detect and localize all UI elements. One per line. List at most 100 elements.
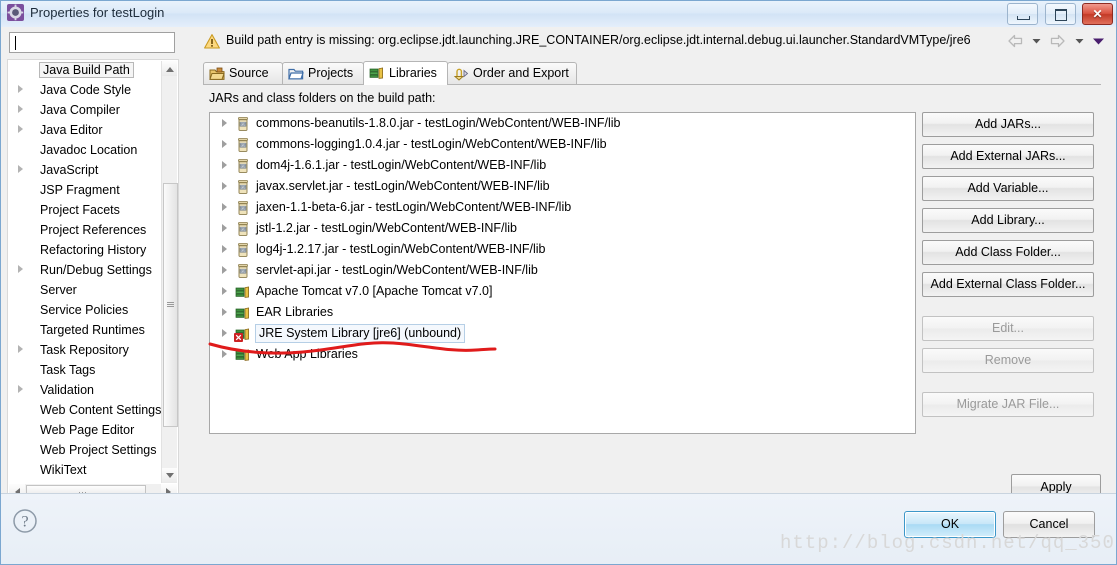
svg-text:010: 010: [240, 186, 246, 190]
sidebar-item-javascript[interactable]: JavaScript: [8, 160, 163, 180]
scroll-grip-icon: [167, 302, 174, 307]
expand-arrow-icon[interactable]: [222, 161, 227, 169]
sidebar-item-label: Task Tags: [40, 363, 96, 377]
build-path-entry[interactable]: 010 dom4j-1.6.1.jar - testLogin/WebConten…: [210, 155, 915, 176]
sidebar-item-java-code-style[interactable]: Java Code Style: [8, 80, 163, 100]
expand-arrow-icon[interactable]: [18, 265, 23, 273]
sidebar-item-label: JavaScript: [40, 163, 99, 177]
tab-order-and-export[interactable]: Order and Export: [447, 62, 577, 84]
add-external-jars-button[interactable]: Add External JARs...: [922, 144, 1094, 169]
order-export-icon: [453, 66, 469, 82]
tab-label: Projects: [308, 66, 354, 80]
expand-arrow-icon[interactable]: [18, 125, 23, 133]
jar-icon: 010: [235, 137, 251, 153]
show-all-dropdown-icon[interactable]: [1092, 33, 1105, 49]
expand-arrow-icon[interactable]: [222, 182, 227, 190]
tab-projects[interactable]: Projects: [282, 62, 364, 84]
expand-arrow-icon[interactable]: [222, 308, 227, 316]
jar-icon: 010: [235, 179, 251, 195]
sidebar-item-validation[interactable]: Validation: [8, 380, 163, 400]
expand-arrow-icon[interactable]: [222, 350, 227, 358]
jar-icon: 010: [235, 116, 251, 132]
sidebar-item-project-facets[interactable]: Project Facets: [8, 200, 163, 220]
build-path-entry[interactable]: 010 jaxen-1.1-beta-6.jar - testLogin/WebC…: [210, 197, 915, 218]
libraries-panel: JARs and class folders on the build path…: [203, 85, 1101, 465]
build-path-entry[interactable]: 010 commons-beanutils-1.8.0.jar - testLog…: [210, 113, 915, 134]
forward-dropdown-icon[interactable]: [1074, 33, 1085, 49]
add-jars-button[interactable]: Add JARs...: [922, 112, 1094, 137]
build-path-entry[interactable]: JRE System Library [jre6] (unbound): [210, 323, 915, 344]
vertical-scroll-thumb[interactable]: [163, 183, 178, 427]
tab-source[interactable]: Source: [203, 62, 283, 84]
expand-arrow-icon[interactable]: [222, 266, 227, 274]
minimize-button[interactable]: [1007, 3, 1039, 25]
build-path-entry[interactable]: EAR Libraries: [210, 302, 915, 323]
help-question-icon[interactable]: ?: [12, 508, 38, 534]
expand-arrow-icon[interactable]: [18, 385, 23, 393]
sidebar-item-server[interactable]: Server: [8, 280, 163, 300]
sidebar-item-java-compiler[interactable]: Java Compiler: [8, 100, 163, 120]
add-class-folder-button[interactable]: Add Class Folder...: [922, 240, 1094, 265]
sidebar-item-service-policies[interactable]: Service Policies: [8, 300, 163, 320]
back-arrow-icon[interactable]: [1007, 33, 1024, 49]
tab-libraries[interactable]: Libraries: [363, 61, 448, 85]
build-path-entry[interactable]: Apache Tomcat v7.0 [Apache Tomcat v7.0]: [210, 281, 915, 302]
build-path-entry[interactable]: 010 javax.servlet.jar - testLogin/WebCont…: [210, 176, 915, 197]
build-path-entry[interactable]: Web App Libraries: [210, 344, 915, 365]
scroll-up-arrow-icon[interactable]: [162, 61, 177, 76]
expand-arrow-icon[interactable]: [222, 245, 227, 253]
sidebar-item-run-debug-settings[interactable]: Run/Debug Settings: [8, 260, 163, 280]
add-library-button[interactable]: Add Library...: [922, 208, 1094, 233]
sidebar-item-task-tags[interactable]: Task Tags: [8, 360, 163, 380]
projects-folder-icon: [288, 66, 304, 82]
sidebar-item-web-project-settings[interactable]: Web Project Settings: [8, 440, 163, 460]
settings-tree-list[interactable]: Java Build Path Java Code Style Java Compi…: [8, 60, 163, 484]
sidebar-item-wikitext[interactable]: WikiText: [8, 460, 163, 480]
build-path-entry[interactable]: 010 jstl-1.2.jar - testLogin/WebContent/W…: [210, 218, 915, 239]
sidebar-vertical-scrollbar[interactable]: [161, 61, 178, 483]
sidebar-item-java-editor[interactable]: Java Editor: [8, 120, 163, 140]
expand-arrow-icon[interactable]: [222, 203, 227, 211]
expand-arrow-icon[interactable]: [18, 345, 23, 353]
svg-text:?: ?: [21, 514, 28, 531]
sidebar-item-java-build-path[interactable]: Java Build Path: [8, 60, 163, 80]
sidebar-item-javadoc-location[interactable]: Javadoc Location: [8, 140, 163, 160]
forward-arrow-icon[interactable]: [1049, 33, 1066, 49]
expand-arrow-icon[interactable]: [18, 85, 23, 93]
sidebar-item-refactoring-history[interactable]: Refactoring History: [8, 240, 163, 260]
build-path-entry[interactable]: 010 servlet-api.jar - testLogin/WebConten…: [210, 260, 915, 281]
sidebar-item-task-repository[interactable]: Task Repository: [8, 340, 163, 360]
build-path-entry[interactable]: 010 commons-logging1.0.4.jar - testLogin/…: [210, 134, 915, 155]
build-path-entry-label: javax.servlet.jar - testLogin/WebContent…: [256, 179, 550, 193]
close-button[interactable]: ✕: [1082, 3, 1113, 25]
button-group-gap: [922, 380, 1094, 392]
add-variable-button[interactable]: Add Variable...: [922, 176, 1094, 201]
sidebar-item-web-page-editor[interactable]: Web Page Editor: [8, 420, 163, 440]
expand-arrow-icon[interactable]: [222, 140, 227, 148]
back-dropdown-icon[interactable]: [1031, 33, 1042, 49]
svg-text:010: 010: [240, 228, 246, 232]
scroll-down-arrow-icon[interactable]: [162, 468, 177, 483]
navigation-controls: [1003, 33, 1105, 51]
library-icon: [234, 326, 251, 342]
sidebar-item-jsp-fragment[interactable]: JSP Fragment: [8, 180, 163, 200]
expand-arrow-icon[interactable]: [222, 224, 227, 232]
sidebar-item-web-content-settings[interactable]: Web Content Settings: [8, 400, 163, 420]
build-path-entry[interactable]: 010 log4j-1.2.17.jar - testLogin/WebConte…: [210, 239, 915, 260]
build-path-actions: Add JARs... Add External JARs... Add Varia…: [922, 112, 1094, 424]
expand-arrow-icon[interactable]: [18, 165, 23, 173]
maximize-button[interactable]: [1044, 3, 1076, 25]
properties-gear-icon: [7, 4, 24, 21]
svg-text:010: 010: [240, 165, 246, 169]
sidebar-item-label: Refactoring History: [40, 243, 147, 257]
sidebar-item-project-references[interactable]: Project References: [8, 220, 163, 240]
library-icon: [235, 347, 251, 363]
add-external-class-folder-button[interactable]: Add External Class Folder...: [922, 272, 1094, 297]
sidebar-item-targeted-runtimes[interactable]: Targeted Runtimes: [8, 320, 163, 340]
expand-arrow-icon[interactable]: [222, 119, 227, 127]
expand-arrow-icon[interactable]: [18, 105, 23, 113]
build-path-list[interactable]: 010 commons-beanutils-1.8.0.jar - testLog…: [209, 112, 916, 434]
expand-arrow-icon[interactable]: [222, 329, 227, 337]
filter-input[interactable]: [9, 32, 175, 53]
expand-arrow-icon[interactable]: [222, 287, 227, 295]
